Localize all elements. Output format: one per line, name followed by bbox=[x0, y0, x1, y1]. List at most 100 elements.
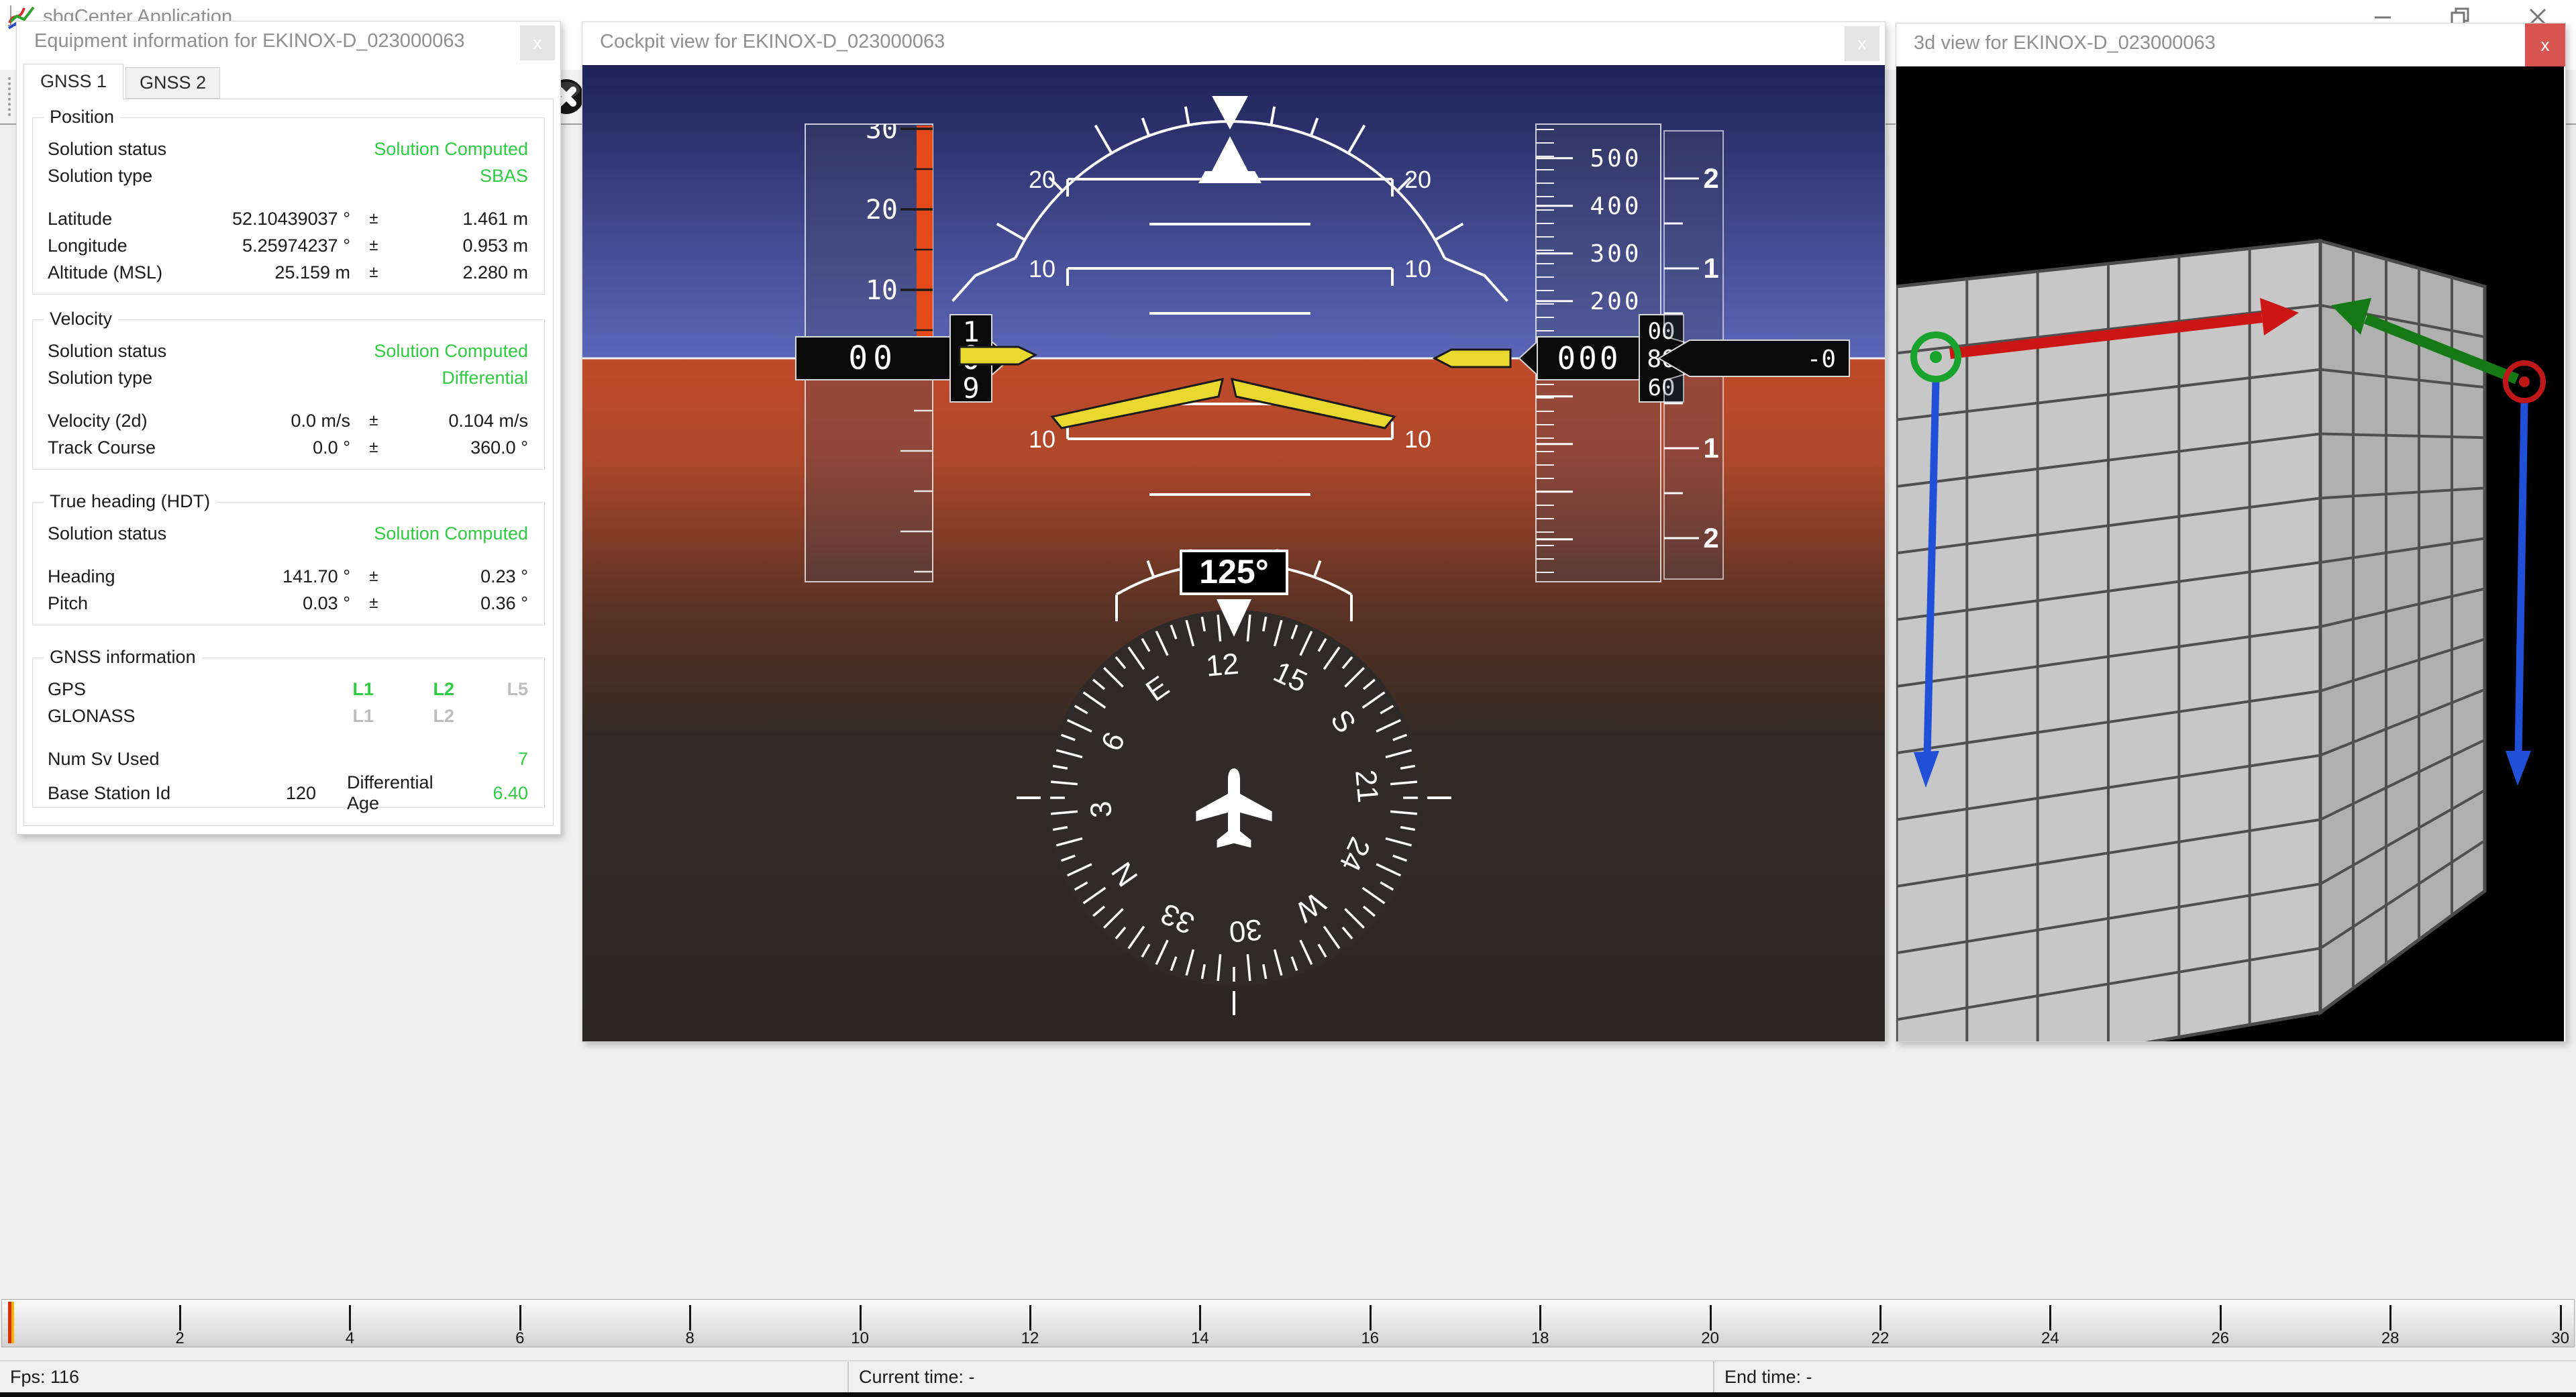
svg-text:20: 20 bbox=[866, 195, 898, 225]
svg-text:-0: -0 bbox=[1807, 346, 1836, 373]
status-row: Solution typeSBAS bbox=[33, 162, 544, 189]
value-label: Latitude bbox=[48, 209, 193, 229]
timeline-playhead[interactable] bbox=[8, 1302, 11, 1343]
timeline-tick bbox=[2049, 1305, 2051, 1331]
status-row: Solution statusSolution Computed bbox=[33, 338, 544, 364]
value-number: 25.159 m bbox=[193, 262, 350, 283]
svg-text:10: 10 bbox=[1029, 425, 1055, 453]
error-value: 2.280 m bbox=[397, 262, 528, 283]
timeline-tick-label: 18 bbox=[1531, 1329, 1549, 1347]
view-3d-panel-title: 3d view for EKINOX-D_023000063 bbox=[1914, 32, 2216, 54]
true-heading-group: True heading (HDT) Solution statusSoluti… bbox=[32, 502, 545, 625]
error-value: 0.104 m/s bbox=[397, 411, 528, 431]
timeline-tick bbox=[1029, 1305, 1031, 1331]
position-group: Position Solution statusSolution Compute… bbox=[32, 117, 545, 295]
value-label: Altitude (MSL) bbox=[48, 262, 193, 283]
error-value: 1.461 m bbox=[397, 209, 528, 229]
timeline-tick-label: 28 bbox=[2381, 1329, 2400, 1347]
error-value: 0.36 ° bbox=[397, 593, 528, 614]
value-number: 0.03 ° bbox=[193, 593, 350, 614]
svg-text:200: 200 bbox=[1590, 288, 1641, 315]
timeline-tick-label: 20 bbox=[1701, 1329, 1719, 1347]
band-label: L2 bbox=[374, 679, 454, 700]
status-label: Solution type bbox=[48, 368, 442, 389]
value-row: Heading141.70 °±0.23 ° bbox=[33, 563, 544, 590]
status-label: Solution type bbox=[48, 166, 480, 187]
equipment-info-panel: Equipment information for EKINOX-D_02300… bbox=[16, 21, 561, 835]
differential-age-value: 6.40 bbox=[437, 783, 528, 804]
band-label: L1 bbox=[293, 679, 374, 700]
status-value: Solution Computed bbox=[374, 139, 528, 160]
end-time-status: End time: - bbox=[1724, 1367, 1812, 1388]
value-row: Altitude (MSL)25.159 m±2.280 m bbox=[33, 259, 544, 286]
equipment-panel-close-button[interactable]: x bbox=[520, 25, 555, 60]
timeline-tick-label: 14 bbox=[1191, 1329, 1209, 1347]
view-3d-panel-close-button[interactable]: x bbox=[2525, 23, 2565, 66]
cockpit-panel-close-button[interactable]: x bbox=[1845, 26, 1879, 61]
tab-gnss-2[interactable]: GNSS 2 bbox=[125, 67, 220, 99]
svg-text:12: 12 bbox=[1204, 648, 1240, 683]
timeline-tick-label: 30 bbox=[2551, 1329, 2569, 1347]
num-sv-used-row: Num Sv Used 7 bbox=[33, 745, 544, 772]
equipment-panel-title: Equipment information for EKINOX-D_02300… bbox=[34, 30, 465, 52]
status-value: SBAS bbox=[480, 166, 528, 187]
svg-text:10: 10 bbox=[866, 275, 898, 306]
timeline-tick-label: 2 bbox=[175, 1329, 184, 1347]
cockpit-panel-title: Cockpit view for EKINOX-D_023000063 bbox=[600, 31, 945, 53]
status-label: Solution status bbox=[48, 523, 374, 544]
plus-minus: ± bbox=[350, 594, 397, 613]
value-row: Latitude52.10439037 °±1.461 m bbox=[33, 205, 544, 232]
plus-minus: ± bbox=[350, 209, 397, 228]
velocity-group-title: Velocity bbox=[44, 309, 118, 329]
value-row: Velocity (2d)0.0 m/s±0.104 m/s bbox=[33, 407, 544, 434]
status-value: Solution Computed bbox=[374, 523, 528, 544]
value-row: Track Course0.0 °±360.0 ° bbox=[33, 434, 544, 461]
velocity-group: Velocity Solution statusSolution Compute… bbox=[32, 319, 545, 470]
true-heading-group-title: True heading (HDT) bbox=[44, 491, 216, 512]
status-value: Solution Computed bbox=[374, 341, 528, 362]
svg-text:1: 1 bbox=[1703, 252, 1718, 284]
timeline-tick bbox=[2389, 1305, 2391, 1331]
value-row: Longitude5.25974237 °±0.953 m bbox=[33, 232, 544, 259]
svg-text:10: 10 bbox=[1404, 255, 1431, 282]
svg-text:20: 20 bbox=[1404, 166, 1431, 193]
timeline-tick-label: 4 bbox=[346, 1329, 354, 1347]
plus-minus: ± bbox=[350, 236, 397, 255]
timeline-tick bbox=[519, 1305, 521, 1331]
timeline-scrubber[interactable]: 24681012141618202224262830 bbox=[1, 1299, 2575, 1347]
orientation-3d-view[interactable] bbox=[1896, 66, 2564, 1041]
svg-text:20: 20 bbox=[1029, 166, 1055, 193]
plus-minus: ± bbox=[350, 411, 397, 430]
value-number: 0.0 m/s bbox=[193, 411, 350, 431]
svg-text:00: 00 bbox=[848, 340, 898, 377]
adi-drawing: 2020101010103020100010950040030020000000… bbox=[582, 65, 1885, 1041]
timeline-tick bbox=[1370, 1305, 1372, 1331]
svg-text:300: 300 bbox=[1590, 240, 1641, 268]
svg-text:000: 000 bbox=[1557, 340, 1620, 376]
plus-minus: ± bbox=[350, 263, 397, 282]
svg-text:125°: 125° bbox=[1199, 553, 1268, 590]
timeline-tick bbox=[2220, 1305, 2222, 1331]
error-value: 0.23 ° bbox=[397, 566, 528, 587]
svg-text:10: 10 bbox=[1029, 255, 1055, 282]
view-3d-panel: 3d view for EKINOX-D_023000063 x bbox=[1896, 23, 2566, 1042]
timeline-tick-label: 16 bbox=[1361, 1329, 1379, 1347]
status-label: Solution status bbox=[48, 341, 374, 362]
value-label: Track Course bbox=[48, 437, 193, 458]
timeline-tick-label: 22 bbox=[1871, 1329, 1890, 1347]
timeline-tick-label: 10 bbox=[851, 1329, 869, 1347]
svg-text:21: 21 bbox=[1349, 768, 1384, 804]
differential-age-label: Differential Age bbox=[316, 772, 437, 814]
plus-minus: ± bbox=[350, 567, 397, 586]
value-label: Velocity (2d) bbox=[48, 411, 193, 431]
tab-gnss-1[interactable]: GNSS 1 bbox=[23, 64, 123, 99]
value-number: 0.0 ° bbox=[193, 437, 350, 458]
value-number: 141.70 ° bbox=[193, 566, 350, 587]
sat-band-row: GPSL1L2L5 bbox=[33, 676, 544, 703]
status-row: Solution statusSolution Computed bbox=[33, 520, 544, 547]
svg-text:10: 10 bbox=[1404, 425, 1431, 453]
constellation-label: GLONASS bbox=[48, 706, 293, 727]
gnss-information-group-title: GNSS information bbox=[44, 647, 202, 668]
value-label: Longitude bbox=[48, 236, 193, 256]
timeline-tick-label: 8 bbox=[686, 1329, 694, 1347]
